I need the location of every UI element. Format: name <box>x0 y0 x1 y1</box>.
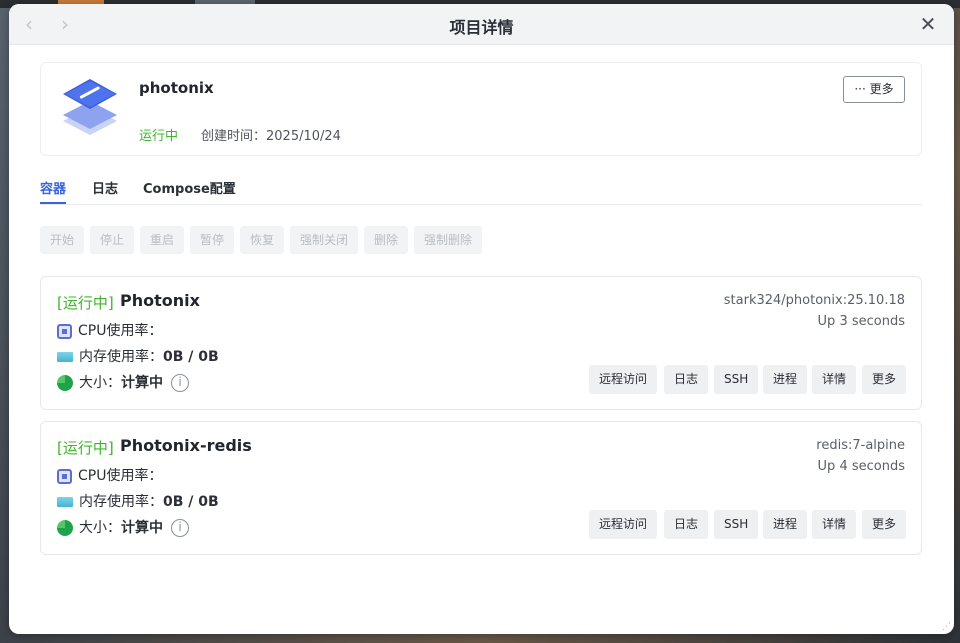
cpu-usage-label: CPU使用率： <box>78 468 163 484</box>
project-summary-card: photonix 运行中 创建时间：2025/10/24 ··· 更多 <box>40 62 922 156</box>
resize-handle-icon[interactable]: ⋰ <box>942 622 952 632</box>
disk-size-icon <box>57 375 73 391</box>
force-delete-button[interactable]: 强制删除 <box>414 226 483 254</box>
container-name: Photonix <box>120 291 200 310</box>
force-stop-button[interactable]: 强制关闭 <box>290 226 359 254</box>
logs-button[interactable]: 日志 <box>664 365 709 394</box>
memory-usage-row: 内存使用率：0B / 0B <box>57 492 219 512</box>
tab-compose-config[interactable]: Compose配置 <box>143 178 236 197</box>
active-tab-indicator <box>40 202 66 204</box>
pause-button[interactable]: 暂停 <box>190 226 235 254</box>
ssh-button[interactable]: SSH <box>714 365 759 394</box>
info-icon[interactable]: i <box>171 519 189 537</box>
tab-containers[interactable]: 容器 <box>40 178 66 197</box>
size-value: 计算中 <box>121 375 163 391</box>
container-status: [运行中] <box>57 294 114 312</box>
window-title: 项目详情 <box>449 18 514 37</box>
logs-button[interactable]: 日志 <box>664 510 709 539</box>
tab-bar: 容器 日志 Compose配置 <box>40 174 922 205</box>
stop-button[interactable]: 停止 <box>90 226 135 254</box>
memory-usage-value: 0B / 0B <box>163 349 219 365</box>
memory-usage-row: 内存使用率：0B / 0B <box>57 347 219 367</box>
container-image: redis:7-alpine <box>816 438 905 453</box>
processes-button[interactable]: 进程 <box>763 510 808 539</box>
memory-usage-label: 内存使用率： <box>79 349 163 365</box>
size-value: 计算中 <box>121 520 163 536</box>
start-button[interactable]: 开始 <box>40 226 85 254</box>
tab-logs[interactable]: 日志 <box>92 178 118 197</box>
info-icon[interactable]: i <box>171 374 189 392</box>
size-label: 大小： <box>79 520 121 536</box>
more-button[interactable]: ··· 更多 <box>843 76 905 103</box>
container-name: Photonix-redis <box>120 436 252 455</box>
container-uptime: Up 4 seconds <box>817 459 905 474</box>
size-row: 大小：计算中 i <box>57 373 189 393</box>
ssh-button[interactable]: SSH <box>714 510 759 539</box>
project-details-window: ‹ › 项目详情 ✕ photonix 运行中 创建时间：2025/10/24 … <box>9 4 954 634</box>
details-button[interactable]: 详情 <box>812 365 857 394</box>
cpu-usage-label: CPU使用率： <box>78 323 163 339</box>
restart-button[interactable]: 重启 <box>140 226 185 254</box>
container-more-button[interactable]: 更多 <box>862 365 907 394</box>
memory-usage-value: 0B / 0B <box>163 494 219 510</box>
processes-button[interactable]: 进程 <box>763 365 808 394</box>
cpu-icon <box>57 468 72 484</box>
details-button[interactable]: 详情 <box>812 510 857 539</box>
size-row: 大小：计算中 i <box>57 518 189 538</box>
container-more-button[interactable]: 更多 <box>862 510 907 539</box>
cpu-icon <box>57 323 72 339</box>
container-card: [运行中] Photonix stark324/photonix:25.10.1… <box>40 276 922 410</box>
container-status: [运行中] <box>57 439 114 457</box>
memory-usage-label: 内存使用率： <box>79 494 163 510</box>
disk-size-icon <box>57 520 73 536</box>
remote-access-button[interactable]: 远程访问 <box>589 510 658 539</box>
memory-icon <box>57 497 73 507</box>
project-created-time: 创建时间：2025/10/24 <box>201 129 341 144</box>
delete-button[interactable]: 删除 <box>364 226 409 254</box>
titlebar: ‹ › 项目详情 ✕ <box>9 4 954 45</box>
cpu-usage-row: CPU使用率： <box>57 466 162 486</box>
container-image: stark324/photonix:25.10.18 <box>723 293 905 308</box>
container-uptime: Up 3 seconds <box>817 314 905 329</box>
resume-button[interactable]: 恢复 <box>240 226 285 254</box>
project-status: 运行中 <box>139 129 179 144</box>
memory-icon <box>57 352 73 362</box>
cpu-usage-row: CPU使用率： <box>57 321 162 341</box>
container-card: [运行中] Photonix-redis redis:7-alpine Up 4… <box>40 421 922 555</box>
close-icon[interactable]: ✕ <box>916 12 940 36</box>
size-label: 大小： <box>79 375 121 391</box>
stacked-layers-logo <box>63 79 117 135</box>
remote-access-button[interactable]: 远程访问 <box>589 365 658 394</box>
project-name: photonix <box>139 79 214 97</box>
